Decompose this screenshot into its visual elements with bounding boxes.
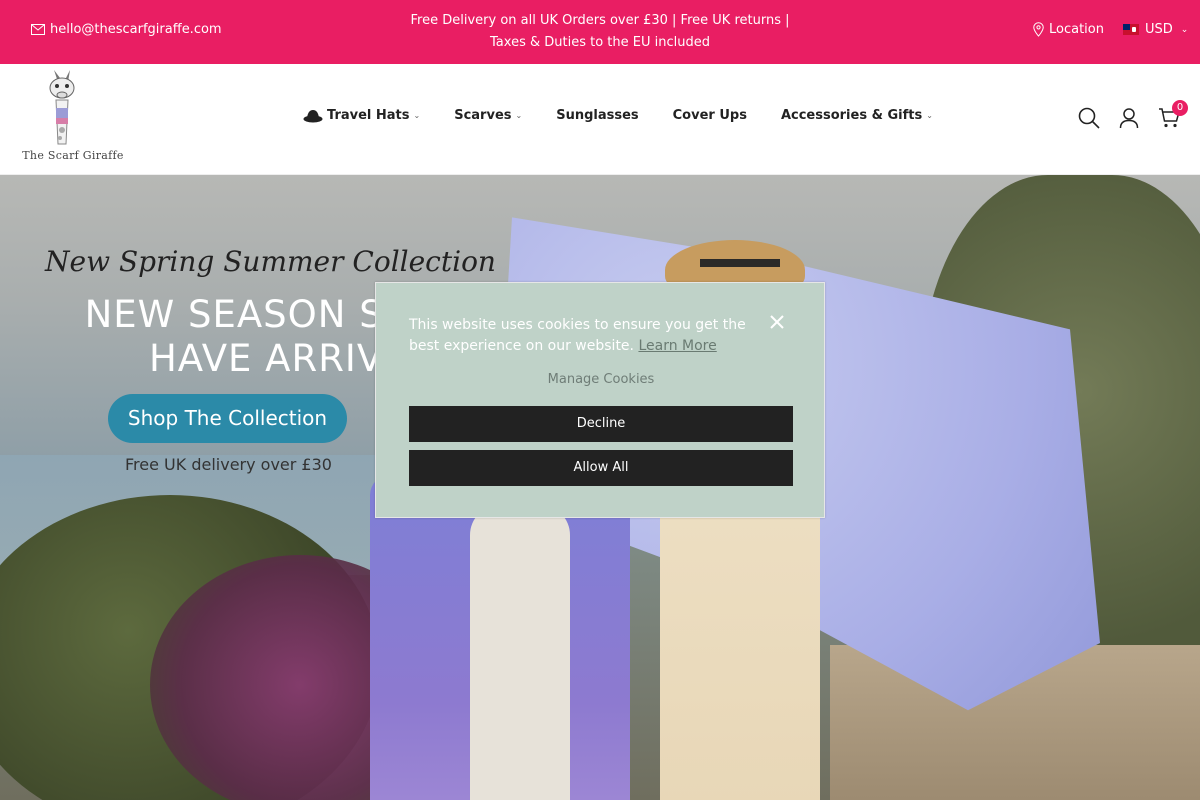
cart-button[interactable]: 0 xyxy=(1158,100,1188,129)
email-link[interactable]: hello@thescarfgiraffe.com xyxy=(31,22,222,37)
cookie-message: This website uses cookies to ensure you … xyxy=(409,315,759,357)
hero-title: New Spring Summer Collection xyxy=(45,245,496,278)
shop-collection-button[interactable]: Shop The Collection xyxy=(108,394,347,443)
nav-label: Accessories & Gifts xyxy=(780,108,923,123)
nav-label: Scarves xyxy=(454,108,512,123)
nav-cover-ups[interactable]: Cover Ups xyxy=(673,108,747,123)
promo-text: Free Delivery on all UK Orders over £30 … xyxy=(390,10,810,54)
currency-label: USD xyxy=(1145,22,1173,37)
close-icon[interactable] xyxy=(766,311,788,333)
nav-label: Sunglasses xyxy=(556,108,639,123)
hero-subtext: Free UK delivery over £30 xyxy=(125,455,332,474)
mail-icon xyxy=(31,24,45,35)
logo-text: The Scarf Giraffe xyxy=(22,149,124,162)
chevron-down-icon: ⌄ xyxy=(413,111,421,120)
currency-selector[interactable]: USD ⌄ xyxy=(1123,22,1188,37)
decline-button[interactable]: Decline xyxy=(409,406,793,442)
flag-icon xyxy=(1123,24,1139,35)
site-header: The Scarf Giraffe Travel Hats ⌄ Scarves … xyxy=(0,64,1200,175)
nav-label: Cover Ups xyxy=(672,108,747,123)
main-nav: Travel Hats ⌄ Scarves ⌄ Sunglasses Cover… xyxy=(303,108,967,123)
chevron-down-icon: ⌄ xyxy=(1180,24,1189,35)
chevron-down-icon: ⌄ xyxy=(515,111,523,120)
announcement-bar: hello@thescarfgiraffe.com Free Delivery … xyxy=(0,0,1200,64)
nav-travel-hats[interactable]: Travel Hats ⌄ xyxy=(303,108,420,123)
map-pin-icon xyxy=(1033,22,1044,37)
nav-scarves[interactable]: Scarves ⌄ xyxy=(454,108,522,123)
nav-accessories-gifts[interactable]: Accessories & Gifts ⌄ xyxy=(781,108,933,123)
location-selector[interactable]: Location xyxy=(1033,22,1104,37)
hero-model-left xyxy=(470,505,570,800)
location-label: Location xyxy=(1049,22,1104,37)
manage-cookies-link[interactable]: Manage Cookies xyxy=(376,372,826,387)
giraffe-logo-icon xyxy=(49,70,75,145)
nav-sunglasses[interactable]: Sunglasses xyxy=(556,108,638,123)
logo[interactable]: The Scarf Giraffe xyxy=(22,68,124,172)
promo-line-1: Free Delivery on all UK Orders over £30 … xyxy=(410,13,790,28)
account-icon[interactable] xyxy=(1118,107,1140,129)
allow-all-button[interactable]: Allow All xyxy=(409,450,793,486)
cart-count-badge: 0 xyxy=(1172,100,1188,116)
header-actions: 0 xyxy=(1078,100,1188,129)
learn-more-link[interactable]: Learn More xyxy=(638,338,716,354)
cookie-banner: This website uses cookies to ensure you … xyxy=(375,282,825,518)
promo-line-2: Taxes & Duties to the EU included xyxy=(490,35,710,50)
email-text: hello@thescarfgiraffe.com xyxy=(50,22,222,37)
hero-hatband xyxy=(700,259,780,267)
search-icon[interactable] xyxy=(1078,107,1100,129)
nav-label: Travel Hats xyxy=(327,108,410,123)
chevron-down-icon: ⌄ xyxy=(926,111,933,120)
hat-icon xyxy=(303,109,323,122)
